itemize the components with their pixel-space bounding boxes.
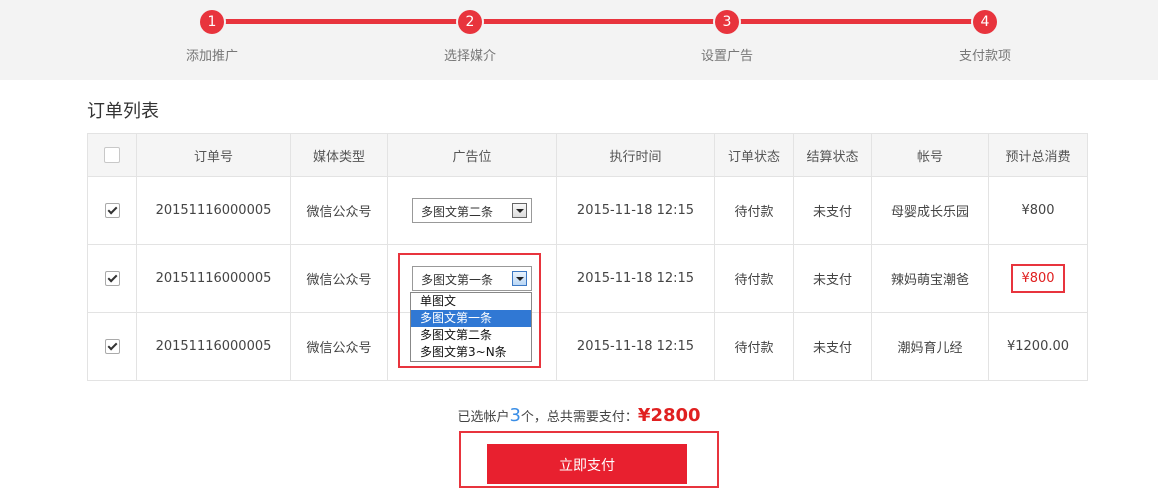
chevron-down-icon[interactable]	[512, 271, 527, 286]
exec-time: 2015-11-18 12:15	[556, 312, 715, 381]
header-ad-slot: 广告位	[387, 133, 557, 177]
order-status: 待付款	[714, 176, 794, 245]
media-type: 微信公众号	[290, 244, 388, 313]
summary-middle: 个，总共需要支付：	[520, 410, 638, 425]
pay-now-button[interactable]: 立即支付	[487, 444, 687, 484]
progress-steps: 1 添加推广 2 选择媒介 3 设置广告 4 支付款项	[0, 0, 1158, 80]
row-checkbox[interactable]	[104, 271, 120, 286]
step-1-label: 添加推广	[185, 49, 238, 64]
account-name: 辣妈萌宝潮爸	[871, 244, 989, 313]
header-settle-status: 结算状态	[793, 133, 872, 177]
table-row: 20151116000005 微信公众号 多图文第二条 2015-11-18 1…	[87, 176, 1088, 245]
media-type: 微信公众号	[290, 312, 388, 381]
progress-line	[212, 19, 985, 24]
order-no: 20151116000005	[136, 176, 291, 245]
dropdown-option[interactable]: 单图文	[411, 293, 531, 310]
section-title: 订单列表	[87, 101, 159, 122]
chevron-down-icon[interactable]	[512, 203, 527, 218]
step-4-label: 支付款项	[958, 49, 1011, 64]
settle-status-link[interactable]: 未支付	[793, 244, 872, 313]
ad-slot-select[interactable]: 多图文第一条	[412, 266, 532, 291]
media-type: 微信公众号	[290, 176, 388, 245]
table-header-row: 订单号 媒体类型 广告位 执行时间 订单状态 结算状态 帐号 预计总消费	[87, 133, 1088, 177]
order-no: 20151116000005	[136, 312, 291, 381]
ad-slot-select[interactable]: 多图文第二条	[412, 198, 532, 223]
ad-slot-select-value: 多图文第一条	[421, 273, 494, 287]
payment-total: ¥2800	[637, 405, 701, 426]
table-row: 20151116000005 微信公众号 2015-11-18 12:15 待付…	[87, 312, 1088, 381]
settle-status-link[interactable]: 未支付	[793, 176, 872, 245]
account-name: 母婴成长乐园	[871, 176, 989, 245]
header-exec-time: 执行时间	[556, 133, 715, 177]
payment-summary: 已选帐户3个，总共需要支付：¥2800	[0, 405, 1158, 426]
header-order-status: 订单状态	[714, 133, 794, 177]
step-3-circle: 3	[715, 10, 739, 34]
header-media-type: 媒体类型	[290, 133, 388, 177]
exec-time: 2015-11-18 12:15	[556, 244, 715, 313]
estimated-total: ¥1200.00	[988, 312, 1088, 381]
order-status: 待付款	[714, 312, 794, 381]
order-no: 20151116000005	[136, 244, 291, 313]
dropdown-option[interactable]: 多图文第3~N条	[411, 344, 531, 361]
dropdown-option[interactable]: 多图文第二条	[411, 327, 531, 344]
step-4-circle: 4	[973, 10, 997, 34]
header-total: 预计总消费	[988, 133, 1088, 177]
ad-slot-dropdown-list: 单图文 多图文第一条 多图文第二条 多图文第3~N条	[410, 292, 532, 362]
select-all-cell[interactable]	[87, 133, 137, 177]
order-status: 待付款	[714, 244, 794, 313]
step-1-circle: 1	[200, 10, 224, 34]
select-all-checkbox[interactable]	[104, 147, 120, 163]
row-checkbox[interactable]	[104, 339, 120, 354]
settle-status-link[interactable]: 未支付	[793, 312, 872, 381]
estimated-total: ¥800	[1011, 264, 1065, 293]
exec-time: 2015-11-18 12:15	[556, 176, 715, 245]
summary-prefix: 已选帐户	[457, 410, 510, 425]
step-2-label: 选择媒介	[443, 49, 496, 64]
step-2-circle: 2	[458, 10, 482, 34]
step-3-label: 设置广告	[700, 49, 753, 64]
account-name: 潮妈育儿经	[871, 312, 989, 381]
ad-slot-select-value: 多图文第二条	[421, 205, 494, 219]
table-row: 20151116000005 微信公众号 多图文第一条 2015-11-18 1…	[87, 244, 1088, 313]
row-checkbox[interactable]	[104, 203, 120, 218]
estimated-total: ¥800	[988, 176, 1088, 245]
selected-account-count: 3	[509, 405, 521, 426]
header-order-no: 订单号	[136, 133, 291, 177]
order-table: 订单号 媒体类型 广告位 执行时间 订单状态 结算状态 帐号 预计总消费 201…	[87, 133, 1088, 381]
dropdown-option-selected[interactable]: 多图文第一条	[411, 310, 531, 327]
header-account: 帐号	[871, 133, 989, 177]
